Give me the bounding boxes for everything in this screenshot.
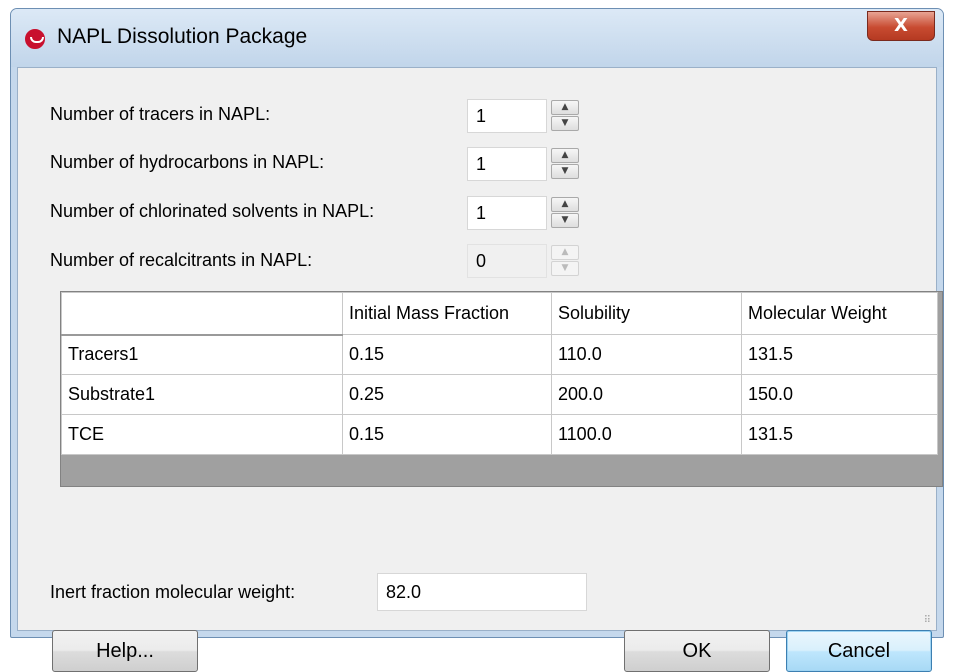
row-header-cell[interactable]: Substrate1 [61, 374, 343, 415]
column-header-solubility[interactable]: Solubility [551, 292, 742, 335]
column-header-molecular-weight[interactable]: Molecular Weight [741, 292, 938, 335]
inert-fraction-label: Inert fraction molecular weight: [50, 582, 296, 602]
row-header-cell[interactable]: Tracers1 [61, 334, 343, 375]
recalcitrants-spinner: ▲ ▼ [549, 244, 581, 278]
table-cell[interactable]: 0.15 [342, 414, 552, 455]
spin-up-arrow-icon[interactable]: ▲ [551, 100, 579, 115]
chlorinated-solvents-spinner: ▲ ▼ [549, 196, 581, 230]
resize-grip-icon[interactable]: ⠿ [924, 615, 931, 626]
hydrocarbons-spinner: ▲ ▼ [549, 147, 581, 181]
chlorinated-solvents-count-input[interactable]: 1 [467, 196, 547, 230]
inert-fraction-input[interactable]: 82.0 [377, 573, 587, 611]
table-row: Tracers1 0.15 110.0 131.5 [61, 334, 938, 375]
spin-up-arrow-icon[interactable]: ▲ [551, 197, 579, 212]
spin-down-arrow-icon[interactable]: ▼ [551, 261, 579, 276]
napl-components-table: Initial Mass Fraction Solubility Molecul… [61, 292, 938, 455]
title-bar[interactable]: NAPL Dissolution Package X [11, 9, 943, 67]
napl-components-grid: Initial Mass Fraction Solubility Molecul… [60, 291, 943, 487]
tracers-spinner: ▲ ▼ [549, 99, 581, 133]
window-title: NAPL Dissolution Package [57, 25, 308, 48]
dialog-body: Number of tracers in NAPL: 1 ▲ ▼ Number … [17, 67, 943, 672]
cancel-button[interactable]: Cancel [786, 630, 932, 672]
spin-down-arrow-icon[interactable]: ▼ [551, 213, 579, 228]
hydrocarbons-label: Number of hydrocarbons in NAPL: [50, 152, 325, 172]
tracers-count-input[interactable]: 1 [467, 99, 547, 133]
dialog-window: NAPL Dissolution Package X Number of tra… [10, 8, 944, 672]
table-row: TCE 0.15 1100.0 131.5 [61, 414, 938, 455]
table-header-row: Initial Mass Fraction Solubility Molecul… [61, 292, 938, 336]
spin-down-arrow-icon[interactable]: ▼ [551, 164, 579, 179]
table-cell[interactable]: 0.15 [342, 334, 552, 375]
table-cell[interactable]: 200.0 [551, 374, 742, 415]
ok-button[interactable]: OK [624, 630, 770, 672]
table-cell[interactable]: 110.0 [551, 334, 742, 375]
table-cell[interactable]: 131.5 [741, 414, 938, 455]
table-cell[interactable]: 150.0 [741, 374, 938, 415]
header-corner-cell [61, 292, 343, 336]
help-button[interactable]: Help... [52, 630, 198, 672]
spin-up-arrow-icon[interactable]: ▲ [551, 148, 579, 163]
tracers-label: Number of tracers in NAPL: [50, 104, 271, 124]
table-row: Substrate1 0.25 200.0 150.0 [61, 374, 938, 415]
column-header-initial-mass-fraction[interactable]: Initial Mass Fraction [342, 292, 552, 335]
chlorinated-solvents-label: Number of chlorinated solvents in NAPL: [50, 201, 375, 221]
spin-up-arrow-icon[interactable]: ▲ [551, 245, 579, 260]
recalcitrants-label: Number of recalcitrants in NAPL: [50, 250, 313, 270]
table-cell[interactable]: 0.25 [342, 374, 552, 415]
hydrocarbons-count-input[interactable]: 1 [467, 147, 547, 181]
spin-down-arrow-icon[interactable]: ▼ [551, 116, 579, 131]
row-header-cell[interactable]: TCE [61, 414, 343, 455]
close-button[interactable]: X [867, 11, 935, 41]
recalcitrants-count-input[interactable]: 0 [467, 244, 547, 278]
table-cell[interactable]: 1100.0 [551, 414, 742, 455]
table-cell[interactable]: 131.5 [741, 334, 938, 375]
app-icon [25, 29, 45, 49]
